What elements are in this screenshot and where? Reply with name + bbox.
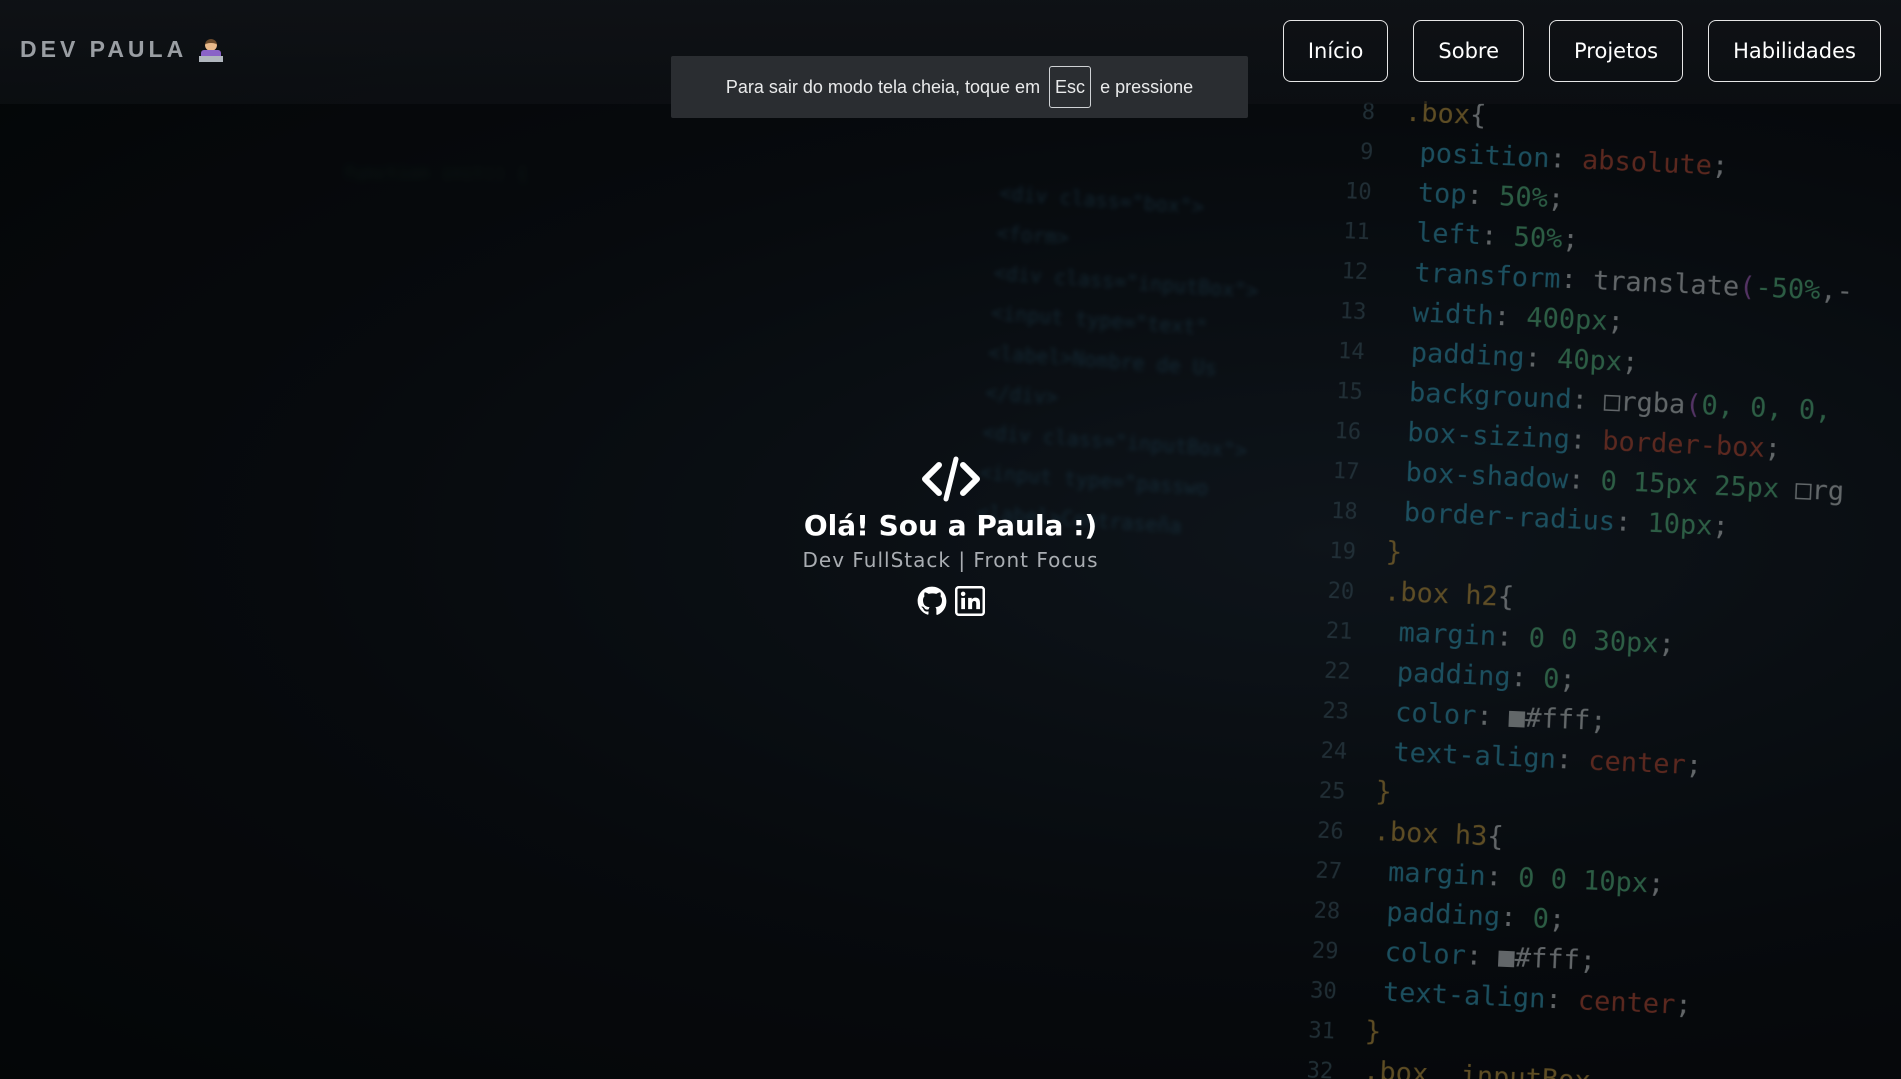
toast-text-after: e pressione bbox=[1100, 76, 1194, 97]
technologist-emoji-icon bbox=[199, 38, 224, 62]
linkedin-icon[interactable] bbox=[954, 586, 985, 620]
toast-text-before: Para sair do modo tela cheia, toque em bbox=[725, 76, 1041, 97]
hero-subtitle: Dev FullStack | Front Focus bbox=[802, 548, 1099, 572]
social-links bbox=[917, 586, 985, 620]
nav-inicio-button[interactable]: Início bbox=[1282, 20, 1389, 82]
code-icon bbox=[921, 456, 980, 502]
nav-habilidades-button[interactable]: Habilidades bbox=[1708, 20, 1881, 82]
github-icon[interactable] bbox=[917, 586, 947, 620]
main-nav: Início Sobre Projetos Habilidades bbox=[1282, 20, 1881, 82]
esc-key-hint: Esc bbox=[1049, 66, 1092, 108]
nav-projetos-button[interactable]: Projetos bbox=[1549, 20, 1684, 82]
fullscreen-exit-toast: Para sair do modo tela cheia, toque em E… bbox=[671, 56, 1248, 118]
nav-sobre-button[interactable]: Sobre bbox=[1413, 20, 1525, 82]
hero-section: Olá! Sou a Paula :) Dev FullStack | Fron… bbox=[0, 455, 1901, 620]
logo-text: DEV PAULA bbox=[20, 36, 188, 62]
hero-title: Olá! Sou a Paula :) bbox=[803, 509, 1098, 542]
site-logo[interactable]: DEV PAULA bbox=[20, 36, 224, 63]
